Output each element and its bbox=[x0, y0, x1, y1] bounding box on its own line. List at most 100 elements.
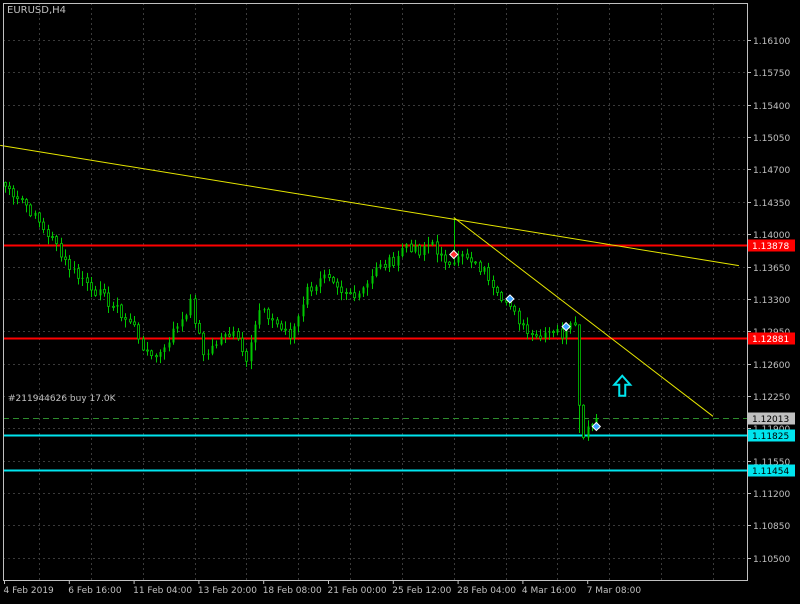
bear-candle-body bbox=[68, 259, 71, 270]
bear-candle-body bbox=[336, 281, 339, 288]
x-tick-label: 13 Feb 20:00 bbox=[198, 586, 257, 596]
bull-candle-body bbox=[548, 331, 551, 333]
bear-candle-body bbox=[112, 305, 115, 308]
bull-candle-body bbox=[34, 212, 37, 216]
bull-candle-body bbox=[263, 309, 266, 311]
bull-candle-body bbox=[220, 336, 223, 345]
x-tick-label: 6 Feb 16:00 bbox=[68, 586, 122, 596]
bull-candle-body bbox=[375, 267, 378, 277]
bear-candle-body bbox=[107, 292, 110, 307]
bull-candle-body bbox=[189, 298, 192, 316]
bear-candle-body bbox=[328, 274, 331, 278]
y-tick-label: 1.15750 bbox=[753, 69, 790, 79]
bull-candle-body bbox=[73, 268, 76, 270]
bull-candle-body bbox=[457, 256, 460, 263]
bear-candle-body bbox=[16, 196, 19, 200]
bear-candle-body bbox=[237, 331, 240, 339]
bear-candle-body bbox=[103, 289, 106, 294]
bear-candle-body bbox=[8, 185, 11, 190]
bear-candle-body bbox=[487, 267, 490, 281]
bear-candle-body bbox=[241, 337, 244, 352]
support-price-label: 1.11454 bbox=[752, 467, 789, 477]
bull-candle-body bbox=[232, 331, 235, 337]
y-tick-label: 1.11200 bbox=[753, 490, 790, 500]
bear-candle-body bbox=[539, 335, 542, 339]
bull-candle-body bbox=[379, 264, 382, 268]
bear-candle-body bbox=[353, 292, 356, 299]
bear-candle-body bbox=[120, 304, 123, 319]
bear-candle-body bbox=[522, 323, 525, 326]
bear-candle-body bbox=[289, 328, 292, 339]
bull-candle-body bbox=[427, 244, 430, 247]
bull-candle-body bbox=[99, 289, 102, 296]
bear-candle-body bbox=[55, 236, 58, 244]
bear-candle-body bbox=[29, 204, 32, 217]
bull-candle-body bbox=[362, 287, 365, 294]
bear-candle-body bbox=[51, 236, 54, 238]
resistance-price-label: 1.13878 bbox=[752, 242, 789, 252]
bull-candle-body bbox=[224, 334, 227, 337]
x-tick-label: 4 Mar 16:00 bbox=[522, 586, 577, 596]
bear-candle-body bbox=[470, 257, 473, 263]
bear-candle-body bbox=[574, 322, 577, 326]
bear-candle-body bbox=[150, 350, 153, 356]
bull-candle-body bbox=[483, 267, 486, 272]
bull-candle-body bbox=[319, 278, 322, 287]
bull-candle-body bbox=[323, 274, 326, 279]
bear-candle-body bbox=[332, 277, 335, 283]
y-tick-label: 1.12600 bbox=[753, 361, 790, 371]
bear-candle-body bbox=[578, 324, 581, 406]
bear-candle-body bbox=[448, 261, 451, 265]
chart-window[interactable]: 1.16100 1.15750 1.15400 1.15050 1.14700 1.143… bbox=[0, 0, 800, 600]
bear-candle-body bbox=[496, 286, 499, 293]
price-chart[interactable]: 1.16100 1.15750 1.15400 1.15050 1.14700 1.143… bbox=[0, 0, 800, 600]
bear-candle-body bbox=[284, 328, 287, 331]
bear-candle-body bbox=[25, 199, 28, 206]
bear-candle-body bbox=[340, 286, 343, 293]
bull-candle-body bbox=[405, 244, 408, 249]
bull-candle-body bbox=[293, 326, 296, 339]
bull-candle-body bbox=[397, 256, 400, 266]
bear-candle-body bbox=[198, 322, 201, 334]
bear-candle-body bbox=[64, 256, 67, 260]
bear-candle-body bbox=[418, 244, 421, 256]
bear-candle-body bbox=[228, 333, 231, 337]
x-tick-label: 7 Mar 08:00 bbox=[587, 586, 642, 596]
bear-candle-body bbox=[410, 243, 413, 253]
bull-candle-body bbox=[556, 328, 559, 333]
bull-candle-body bbox=[371, 276, 374, 284]
bull-candle-body bbox=[587, 426, 590, 438]
bear-candle-body bbox=[280, 323, 283, 330]
bear-candle-body bbox=[479, 261, 482, 273]
x-tick-label: 4 Feb 2019 bbox=[4, 586, 55, 596]
bear-candle-body bbox=[582, 404, 585, 438]
bull-candle-body bbox=[168, 342, 171, 348]
bull-candle-body bbox=[163, 347, 166, 353]
bull-candle-body bbox=[176, 326, 179, 329]
bull-candle-body bbox=[159, 352, 162, 357]
bull-candle-body bbox=[423, 246, 426, 255]
bear-candle-body bbox=[276, 319, 279, 325]
x-tick-label: 21 Feb 00:00 bbox=[328, 586, 387, 596]
bull-candle-body bbox=[461, 254, 464, 257]
bull-candle-body bbox=[181, 319, 184, 327]
bear-candle-body bbox=[12, 188, 15, 198]
bear-candle-body bbox=[47, 229, 50, 237]
bear-candle-body bbox=[267, 308, 270, 320]
x-tick-label: 18 Feb 08:00 bbox=[263, 586, 322, 596]
y-tick-label: 1.14700 bbox=[753, 166, 790, 176]
candle bbox=[194, 294, 197, 329]
bear-candle-body bbox=[94, 289, 97, 296]
bull-candle-body bbox=[358, 293, 361, 298]
bear-candle-body bbox=[155, 355, 158, 358]
bear-candle-body bbox=[245, 351, 248, 362]
bull-candle-body bbox=[172, 328, 175, 343]
bear-candle-body bbox=[392, 256, 395, 266]
bear-candle-body bbox=[561, 328, 564, 339]
bull-candle-body bbox=[116, 304, 119, 307]
bull-candle-body bbox=[453, 262, 456, 265]
y-tick-label: 1.10500 bbox=[753, 555, 790, 565]
bear-candle-body bbox=[77, 268, 80, 279]
bull-candle-body bbox=[211, 345, 214, 354]
bull-candle-body bbox=[306, 286, 309, 305]
